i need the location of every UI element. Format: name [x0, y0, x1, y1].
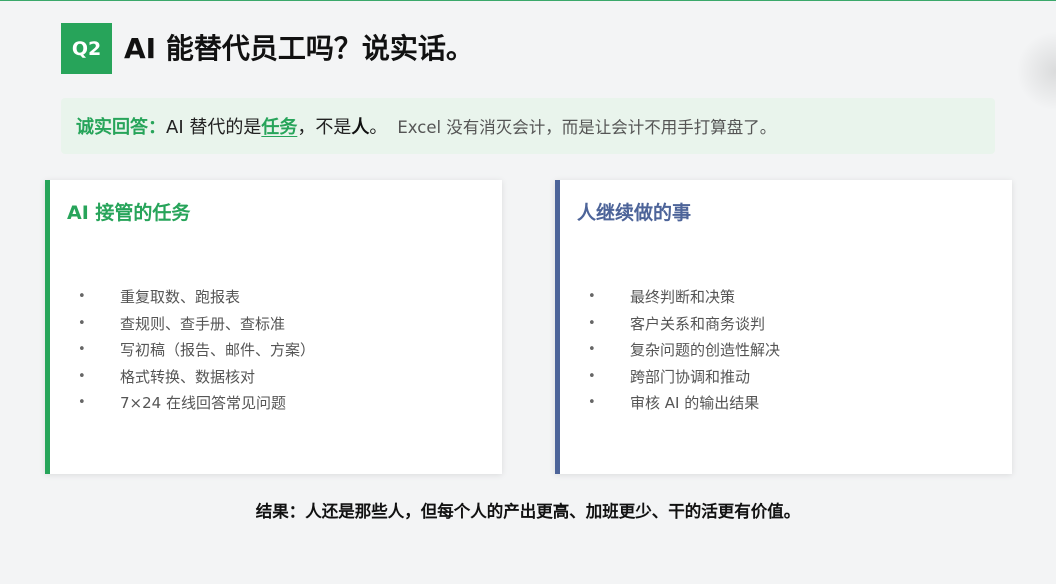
ai-tasks-list: • 重复取数、跑报表 • 查规则、查手册、查标准 • 写初稿（报告、邮件、方案） • 格…: [78, 284, 315, 417]
list-item-text: 审核 AI 的输出结果: [630, 394, 760, 412]
answer-callout: 诚实回答： AI 替代的是 任务 ，不是 人 。 Excel 没有消灭会计，而是…: [61, 98, 995, 154]
bullet-icon: •: [588, 289, 596, 304]
list-item-text: 重复取数、跑报表: [120, 288, 241, 306]
list-item: • 复杂问题的创造性解决: [588, 337, 780, 364]
bullet-icon: •: [78, 368, 86, 384]
list-item: • 重复取数、跑报表: [78, 284, 315, 311]
list-item-text: 客户关系和商务谈判: [630, 314, 766, 333]
slide: Q2 AI 能替代员工吗？说实话。 诚实回答： AI 替代的是 任务 ，不是 人…: [0, 0, 1056, 584]
list-item: • 最终判断和决策: [588, 284, 780, 311]
answer-highlight-task: 任务: [261, 117, 298, 138]
human-tasks-title: 人继续做的事: [577, 202, 692, 224]
bullet-icon: •: [588, 368, 596, 384]
list-item-text: 跨部门协调和推动: [630, 367, 751, 386]
list-item: • 7×24 在线回答常见问题: [78, 390, 315, 417]
list-item-text: 7×24 在线回答常见问题: [120, 394, 286, 412]
list-item: • 查规则、查手册、查标准: [78, 311, 315, 338]
answer-note: Excel 没有消灭会计，而是让会计不用手打算盘了。: [397, 118, 777, 137]
bullet-icon: •: [78, 395, 86, 410]
list-item-text: 写初稿（报告、邮件、方案）: [120, 341, 316, 359]
answer-text-part1: AI 替代的是: [166, 117, 262, 138]
conclusion-text: 结果：人还是那些人，但每个人的产出更高、加班更少、干的活更有价值。: [255, 502, 801, 521]
ai-tasks-title: AI 接管的任务: [67, 202, 191, 224]
bullet-icon: •: [78, 342, 86, 357]
list-item-text: 最终判断和决策: [630, 288, 736, 306]
bullet-icon: •: [588, 342, 596, 357]
question-badge: Q2: [61, 23, 112, 74]
edge-shadow: [1016, 31, 1056, 111]
answer-text-part2: ，不是: [297, 117, 352, 138]
list-item-text: 复杂问题的创造性解决: [630, 341, 781, 359]
list-item-text: 格式转换、数据核对: [120, 367, 256, 386]
bullet-icon: •: [78, 289, 86, 304]
human-tasks-card: 人继续做的事 • 最终判断和决策 • 客户关系和商务谈判 • 复杂问题的创造性解决 •…: [555, 180, 1012, 474]
ai-tasks-card: AI 接管的任务 • 重复取数、跑报表 • 查规则、查手册、查标准 • 写初稿（报告、…: [45, 180, 502, 474]
bullet-icon: •: [588, 315, 596, 331]
bullet-icon: •: [588, 395, 596, 410]
list-item: • 写初稿（报告、邮件、方案）: [78, 337, 315, 364]
answer-text-part3: 。: [369, 117, 388, 138]
answer-label: 诚实回答：: [76, 117, 166, 138]
human-tasks-list: • 最终判断和决策 • 客户关系和商务谈判 • 复杂问题的创造性解决 • 跨部门协调和推…: [588, 284, 780, 417]
list-item-text: 查规则、查手册、查标准: [120, 314, 286, 333]
list-item: • 客户关系和商务谈判: [588, 311, 780, 338]
list-item: • 跨部门协调和推动: [588, 364, 780, 391]
list-item: • 审核 AI 的输出结果: [588, 390, 780, 417]
list-item: • 格式转换、数据核对: [78, 364, 315, 391]
answer-strong-person: 人: [351, 117, 370, 138]
page-title: AI 能替代员工吗？说实话。: [124, 32, 474, 65]
bullet-icon: •: [78, 315, 86, 331]
